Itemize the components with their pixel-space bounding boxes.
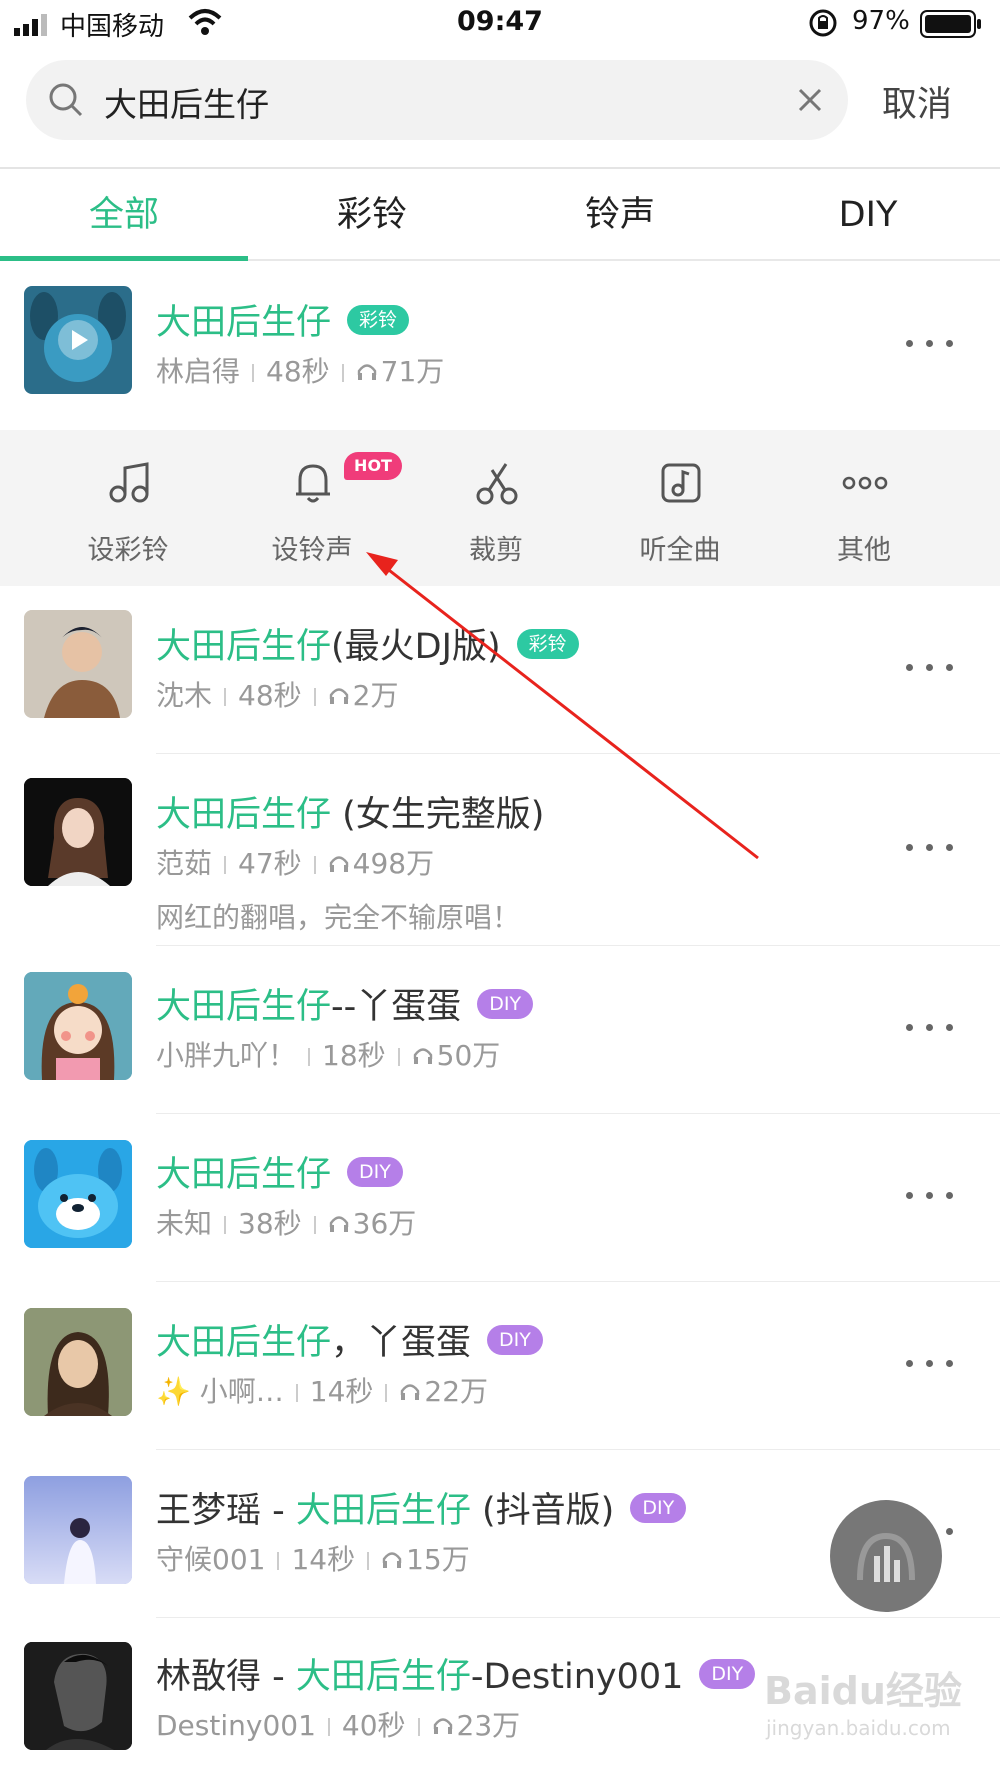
more-options-icon[interactable]: [906, 1180, 954, 1210]
diy-badge: DIY: [347, 1157, 403, 1187]
search-input[interactable]: 大田后生仔: [104, 78, 269, 126]
floating-player-button[interactable]: [830, 1500, 942, 1612]
song-title: 大田后生仔 彩铃: [156, 294, 410, 345]
song-meta: 未知 38秒 36万: [156, 1207, 417, 1240]
cover-image: [24, 1476, 132, 1584]
result-row[interactable]: 大田后生仔(最火DJ版) 彩铃 沈木 48秒 2万: [0, 586, 1000, 754]
song-meta: Destiny001 40秒 23万: [156, 1709, 521, 1742]
song-title: 大田后生仔 DIY: [156, 1146, 403, 1197]
scissors-icon: [476, 463, 518, 505]
tab-all[interactable]: 全部: [0, 169, 248, 261]
search-icon: [49, 83, 83, 117]
headphones-icon: [329, 688, 348, 704]
clock: 09:47: [457, 6, 543, 37]
equalizer-icon: [857, 1532, 915, 1582]
headphones-icon: [329, 856, 348, 872]
tab-ringtone[interactable]: 铃声: [496, 169, 744, 261]
diy-badge: DIY: [487, 1325, 543, 1355]
music-note-icon: [109, 462, 149, 503]
song-meta: 范茹 47秒 498万: [156, 847, 435, 880]
song-title: 大田后生仔，丫蛋蛋 DIY: [156, 1314, 543, 1365]
more-options-icon[interactable]: [906, 652, 954, 682]
tab-color-ring[interactable]: 彩铃: [248, 169, 496, 261]
result-row[interactable]: 大田后生仔 (女生完整版) 范茹 47秒 498万 网红的翻唱，完全不输原唱！: [0, 754, 1000, 946]
play-full-button[interactable]: 听全曲: [588, 430, 772, 586]
set-color-ring-button[interactable]: 设彩铃: [36, 430, 220, 586]
more-options-icon[interactable]: [906, 832, 954, 862]
cover-image: [24, 1642, 132, 1750]
headphones-icon: [433, 1718, 452, 1734]
search-bar[interactable]: 大田后生仔: [26, 60, 848, 140]
song-meta: 林启得 48秒 71万: [156, 355, 445, 388]
headphones-icon: [357, 364, 376, 380]
song-description: 网红的翻唱，完全不输原唱！: [156, 901, 521, 934]
diy-badge: DIY: [699, 1659, 756, 1689]
watermark: Baidu经验 jingyan.baidu.com: [764, 1669, 962, 1740]
song-meta: ✨ 小啊… 14秒 22万: [156, 1375, 489, 1408]
cover-image: [24, 286, 132, 394]
result-row[interactable]: 大田后生仔--丫蛋蛋 DIY 小胖九吖！ 18秒 50万: [0, 946, 1000, 1114]
rotation-lock-icon: [809, 9, 837, 37]
diy-badge: DIY: [477, 989, 534, 1019]
headphones-icon: [413, 1048, 432, 1064]
more-options-icon[interactable]: [906, 1348, 954, 1378]
hot-badge: HOT: [344, 452, 402, 480]
other-button[interactable]: 其他: [772, 430, 956, 586]
tab-bar: 全部 彩铃 铃声 DIY: [0, 169, 1000, 261]
action-panel: 设彩铃 设铃声 裁剪 听全曲 其他: [0, 430, 1000, 586]
song-title: 大田后生仔--丫蛋蛋 DIY: [156, 978, 534, 1029]
song-title: 大田后生仔(最火DJ版) 彩铃: [156, 618, 579, 669]
song-title: 林敔得 - 大田后生仔-Destiny001 DIY: [156, 1648, 756, 1699]
song-title: 王梦瑶 - 大田后生仔 (抖音版) DIY: [156, 1482, 687, 1533]
trim-button[interactable]: 裁剪: [404, 430, 588, 586]
cover-image: [24, 972, 132, 1080]
color-ring-badge: 彩铃: [516, 629, 579, 659]
music-file-icon: [661, 463, 701, 503]
more-options-icon[interactable]: [906, 1012, 954, 1042]
battery-percent: 97%: [852, 6, 910, 36]
tab-diy[interactable]: DIY: [744, 169, 992, 261]
status-bar: 中国移动 09:47 97%: [0, 0, 1000, 50]
headphones-icon: [382, 1552, 402, 1568]
result-row[interactable]: 大田后生仔，丫蛋蛋 DIY ✨ 小啊… 14秒 22万: [0, 1282, 1000, 1450]
bell-icon: [296, 464, 330, 503]
clear-search-icon[interactable]: [788, 78, 832, 122]
color-ring-badge: 彩铃: [347, 305, 410, 335]
cover-image: [24, 1308, 132, 1416]
song-meta: 沈木 48秒 2万: [156, 679, 399, 712]
result-row[interactable]: 大田后生仔 彩铃 林启得 48秒 71万: [0, 262, 1000, 430]
song-meta: 守候001 14秒 15万: [156, 1543, 470, 1576]
cancel-button[interactable]: 取消: [882, 76, 952, 127]
tab-indicator: [0, 256, 248, 261]
cover-image: [24, 778, 132, 886]
cover-image: [24, 1140, 132, 1248]
more-options-icon[interactable]: [906, 328, 954, 358]
diy-badge: DIY: [630, 1493, 687, 1523]
song-title: 大田后生仔 (女生完整版): [156, 795, 545, 835]
cover-image: [24, 610, 132, 718]
more-dots-icon: [842, 476, 888, 490]
headphones-icon: [329, 1216, 348, 1232]
headphones-icon: [401, 1384, 420, 1400]
battery-icon: [920, 10, 981, 38]
song-meta: 小胖九吖！ 18秒 50万: [156, 1039, 501, 1072]
result-row[interactable]: 大田后生仔 DIY 未知 38秒 36万: [0, 1114, 1000, 1282]
